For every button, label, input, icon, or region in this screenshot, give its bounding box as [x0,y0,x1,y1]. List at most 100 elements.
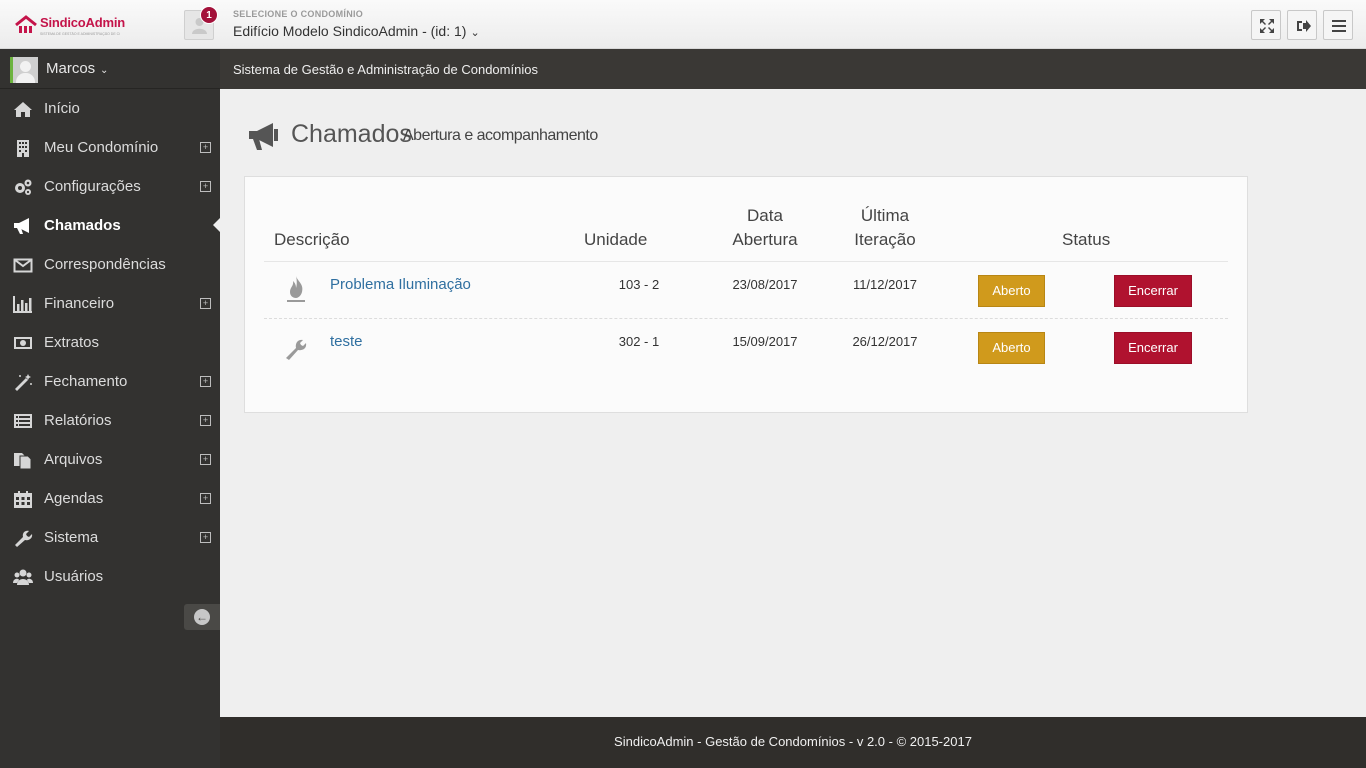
expand-icon [1260,19,1274,33]
footer-text: SindicoAdmin - Gestão de Condomínios - v… [614,734,972,749]
top-header: SindicoAdmin SISTEMA DE GESTÃO E ADMINIS… [0,0,1366,49]
users-icon [13,569,33,585]
sidebar-item-sistema[interactable]: Sistema + [0,519,220,558]
column-header-line: Iteração [854,230,916,249]
expand-plus-icon: + [200,142,211,153]
fullscreen-button[interactable] [1251,10,1281,40]
sidebar-item-label: Usuários [44,568,104,585]
sidebar-collapse-button[interactable]: ← [184,604,220,630]
fire-icon [287,276,305,302]
list-alt-icon [14,414,32,428]
column-header-ultima-iteracao: Última Iteração [845,204,925,252]
logo-tagline: SISTEMA DE GESTÃO E ADMINISTRAÇÃO DE CON… [40,32,120,36]
sidebar-item-arquivos[interactable]: Arquivos + [0,441,220,480]
cell-data-abertura: 23/08/2017 [732,277,798,292]
notification-badge: 1 [200,6,218,24]
calendar-icon [14,491,32,508]
footer: SindicoAdmin - Gestão de Condomínios - v… [220,717,1366,768]
sidebar-item-configuracoes[interactable]: Configurações + [0,168,220,207]
cell-ultima-iteracao: 11/12/2017 [852,277,918,292]
breadcrumb-text: Sistema de Gestão e Administração de Con… [233,62,538,77]
sidebar-item-label: Financeiro [44,295,115,312]
expand-plus-icon: + [200,532,211,543]
envelope-icon [13,258,33,273]
user-menu[interactable]: Marcos ⌄ [0,49,220,89]
column-header-line: Última [860,206,910,225]
page-title: Chamados [291,120,412,148]
condo-selected-value: Edifício Modelo SindicoAdmin - (id: 1) [233,23,467,39]
building-icon [17,140,29,157]
menu-icon [1332,20,1346,32]
sindicoadmin-logo[interactable]: SindicoAdmin SISTEMA DE GESTÃO E ADMINIS… [12,12,125,40]
expand-plus-icon: + [200,415,211,426]
avatar [10,57,38,83]
megaphone-icon [249,123,278,150]
expand-plus-icon: + [200,376,211,387]
condo-select[interactable]: Edifício Modelo SindicoAdmin - (id: 1) ⌄ [233,23,480,39]
sidebar-item-label: Arquivos [44,451,103,468]
home-icon [14,102,32,117]
sidebar-item-inicio[interactable]: Início [0,90,220,129]
sidebar-item-label: Relatórios [44,412,112,429]
expand-plus-icon: + [200,454,211,465]
bar-chart-icon [13,296,32,313]
status-aberto-button[interactable]: Aberto [978,332,1045,364]
logout-button[interactable] [1287,10,1317,40]
wrench-icon [15,530,33,547]
expand-plus-icon: + [200,298,211,309]
encerrar-button[interactable]: Encerrar [1114,332,1192,364]
sidebar-item-label: Início [44,100,80,117]
expand-plus-icon: + [200,181,211,192]
column-header-line: Abertura [732,230,798,249]
sidebar-item-label: Configurações [44,178,141,195]
sidebar-item-fechamento[interactable]: Fechamento + [0,363,220,402]
column-header-data-abertura: Data Abertura [725,204,805,252]
sidebar-item-relatorios[interactable]: Relatórios + [0,402,220,441]
cell-unidade: 302 - 1 [618,334,660,349]
page-subtitle: Abertura e acompanhamento [403,127,598,144]
sidebar-item-label: Agendas [44,490,104,507]
chamado-link[interactable]: Problema Iluminação [330,276,471,293]
sidebar-item-extratos[interactable]: Extratos [0,324,220,363]
chevron-down-icon: ⌄ [97,65,109,76]
logout-icon [1297,20,1311,32]
breadcrumb: Sistema de Gestão e Administração de Con… [220,49,1366,89]
column-header-status: Status [1062,230,1111,249]
cogs-icon [15,179,32,195]
table-row: Problema Iluminação 103 - 2 23/08/2017 1… [264,262,1228,319]
logo-brand-text: SindicoAdmin [40,15,125,30]
arrow-left-circle-icon: ← [194,609,210,625]
sidebar-item-label: Meu Condomínio [44,139,159,156]
sidebar-item-correspondencias[interactable]: Correspondências [0,246,220,285]
encerrar-button[interactable]: Encerrar [1114,275,1192,307]
wrench-icon [286,339,307,360]
logo-house-icon [15,15,37,33]
sidebar-item-chamados[interactable]: Chamados [0,207,220,246]
sidebar-item-agendas[interactable]: Agendas + [0,480,220,519]
cell-unidade: 103 - 2 [618,277,660,292]
condo-select-label: SELECIONE O CONDOMÍNIO [233,9,364,19]
sidebar: Marcos ⌄ Início Meu Condomínio + Configu… [0,49,220,768]
cell-ultima-iteracao: 26/12/2017 [852,334,918,349]
chamado-link[interactable]: teste [330,333,363,350]
files-icon [14,453,32,469]
user-name: Marcos [46,60,96,77]
chamados-table-card: Descrição Unidade Data Abertura Última I… [244,176,1248,413]
status-aberto-button[interactable]: Aberto [978,275,1045,307]
money-icon [14,337,32,349]
column-header-line: Data [747,206,783,225]
column-header-unidade: Unidade [584,230,648,249]
sidebar-item-financeiro[interactable]: Financeiro + [0,285,220,324]
sidebar-item-label: Sistema [44,529,99,546]
menu-button[interactable] [1323,10,1353,40]
megaphone-icon [14,218,29,234]
magic-wand-icon [15,374,32,391]
chevron-down-icon: ⌄ [470,27,480,39]
sidebar-item-label: Extratos [44,334,100,351]
sidebar-item-meu-condominio[interactable]: Meu Condomínio + [0,129,220,168]
cell-data-abertura: 15/09/2017 [732,334,798,349]
table-row: teste 302 - 1 15/09/2017 26/12/2017 Aber… [264,319,1228,376]
sidebar-nav: Início Meu Condomínio + Configurações + … [0,90,220,597]
user-name-dropdown[interactable]: Marcos ⌄ [46,60,108,77]
sidebar-item-usuarios[interactable]: Usuários [0,558,220,597]
